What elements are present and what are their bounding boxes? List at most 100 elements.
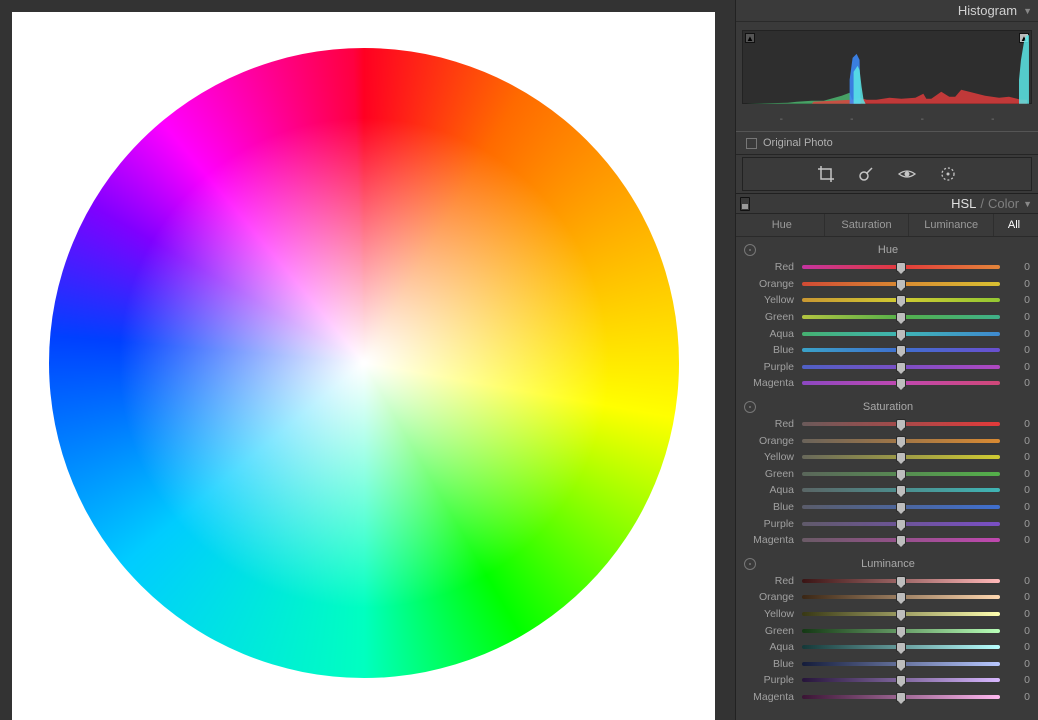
hue-purple-slider[interactable] <box>802 365 1000 369</box>
hue-green-slider[interactable] <box>802 315 1000 319</box>
slider-handle[interactable] <box>896 295 906 305</box>
slider-handle[interactable] <box>896 345 906 355</box>
slider-handle[interactable] <box>896 378 906 388</box>
lum-purple-slider[interactable] <box>802 678 1000 682</box>
value[interactable]: 0 <box>1002 328 1030 340</box>
value[interactable]: 0 <box>1002 344 1030 356</box>
hsl-subtabs: Hue Saturation Luminance All <box>736 214 1038 237</box>
sat-green-slider[interactable] <box>802 472 1000 476</box>
hue-yellow-slider[interactable] <box>802 298 1000 302</box>
slider-handle[interactable] <box>896 279 906 289</box>
tab-luminance[interactable]: Luminance <box>909 214 994 236</box>
sat-purple-slider[interactable] <box>802 522 1000 526</box>
targeted-adjustment-tool[interactable] <box>744 244 756 256</box>
collapse-icon[interactable]: ▼ <box>1023 199 1032 209</box>
sat-blue-slider[interactable] <box>802 505 1000 509</box>
collapse-icon[interactable]: ▼ <box>1023 6 1032 16</box>
value[interactable]: 0 <box>1002 484 1030 496</box>
value[interactable]: 0 <box>1002 534 1030 546</box>
value[interactable]: 0 <box>1002 261 1030 273</box>
histogram-display[interactable] <box>742 30 1032 104</box>
sat-aqua-slider[interactable] <box>802 488 1000 492</box>
label: Yellow <box>744 294 800 306</box>
slider-handle[interactable] <box>896 502 906 512</box>
value[interactable]: 0 <box>1002 641 1030 653</box>
lum-green-slider[interactable] <box>802 629 1000 633</box>
tab-saturation[interactable]: Saturation <box>825 214 910 236</box>
label: Aqua <box>744 641 800 653</box>
slider-handle[interactable] <box>896 452 906 462</box>
value[interactable]: 0 <box>1002 451 1030 463</box>
slider-handle[interactable] <box>896 576 906 586</box>
value[interactable]: 0 <box>1002 294 1030 306</box>
value[interactable]: 0 <box>1002 361 1030 373</box>
value[interactable]: 0 <box>1002 575 1030 587</box>
hue-magenta-slider[interactable] <box>802 381 1000 385</box>
hue-blue-slider[interactable] <box>802 348 1000 352</box>
value[interactable]: 0 <box>1002 591 1030 603</box>
hue-red-slider[interactable] <box>802 265 1000 269</box>
value[interactable]: 0 <box>1002 377 1030 389</box>
radial-filter-icon[interactable] <box>939 165 957 183</box>
value[interactable]: 0 <box>1002 435 1030 447</box>
value[interactable]: 0 <box>1002 278 1030 290</box>
lum-aqua-slider[interactable] <box>802 645 1000 649</box>
slider-handle[interactable] <box>896 659 906 669</box>
slider-handle[interactable] <box>896 692 906 702</box>
value[interactable]: 0 <box>1002 418 1030 430</box>
value[interactable]: 0 <box>1002 518 1030 530</box>
sat-magenta-slider[interactable] <box>802 538 1000 542</box>
targeted-adjustment-tool[interactable] <box>744 401 756 413</box>
value[interactable]: 0 <box>1002 625 1030 637</box>
value[interactable]: 0 <box>1002 608 1030 620</box>
preview-canvas <box>12 12 715 720</box>
redeye-tool-icon[interactable] <box>897 165 917 183</box>
value[interactable]: 0 <box>1002 658 1030 670</box>
spot-removal-icon[interactable] <box>857 165 875 183</box>
hsl-title-color[interactable]: Color <box>988 196 1019 211</box>
value[interactable]: 0 <box>1002 311 1030 323</box>
slider-handle[interactable] <box>896 436 906 446</box>
histogram-panel-header[interactable]: Histogram ▼ <box>736 0 1038 22</box>
crop-tool-icon[interactable] <box>817 165 835 183</box>
slider-handle[interactable] <box>896 362 906 372</box>
slider-handle[interactable] <box>896 519 906 529</box>
value[interactable]: 0 <box>1002 468 1030 480</box>
slider-handle[interactable] <box>896 535 906 545</box>
tab-all[interactable]: All <box>994 214 1034 236</box>
hue-orange-slider[interactable] <box>802 282 1000 286</box>
lum-magenta-slider[interactable] <box>802 695 1000 699</box>
slider-handle[interactable] <box>896 469 906 479</box>
hue-aqua-slider[interactable] <box>802 332 1000 336</box>
original-photo-toggle[interactable]: Original Photo <box>736 131 1038 155</box>
lum-blue-slider[interactable] <box>802 662 1000 666</box>
sat-yellow-slider[interactable] <box>802 455 1000 459</box>
label: Blue <box>744 344 800 356</box>
value[interactable]: 0 <box>1002 691 1030 703</box>
slider-handle[interactable] <box>896 642 906 652</box>
panel-switch[interactable] <box>740 197 750 211</box>
lum-red-slider[interactable] <box>802 579 1000 583</box>
slider-handle[interactable] <box>896 329 906 339</box>
slider-handle[interactable] <box>896 312 906 322</box>
label: Green <box>744 468 800 480</box>
hsl-panel-header[interactable]: HSL / Color ▼ <box>736 193 1038 214</box>
slider-handle[interactable] <box>896 609 906 619</box>
value[interactable]: 0 <box>1002 674 1030 686</box>
checkbox-icon[interactable] <box>746 138 757 149</box>
targeted-adjustment-tool[interactable] <box>744 558 756 570</box>
hue-section-title: Hue <box>756 244 1030 256</box>
sat-orange-slider[interactable] <box>802 439 1000 443</box>
lum-yellow-slider[interactable] <box>802 612 1000 616</box>
slider-handle[interactable] <box>896 262 906 272</box>
sat-red-slider[interactable] <box>802 422 1000 426</box>
slider-handle[interactable] <box>896 419 906 429</box>
slider-handle[interactable] <box>896 592 906 602</box>
slider-handle[interactable] <box>896 485 906 495</box>
slider-handle[interactable] <box>896 675 906 685</box>
slider-handle[interactable] <box>896 626 906 636</box>
value[interactable]: 0 <box>1002 501 1030 513</box>
tab-hue[interactable]: Hue <box>740 214 825 236</box>
lum-orange-slider[interactable] <box>802 595 1000 599</box>
image-viewer[interactable] <box>0 0 735 720</box>
